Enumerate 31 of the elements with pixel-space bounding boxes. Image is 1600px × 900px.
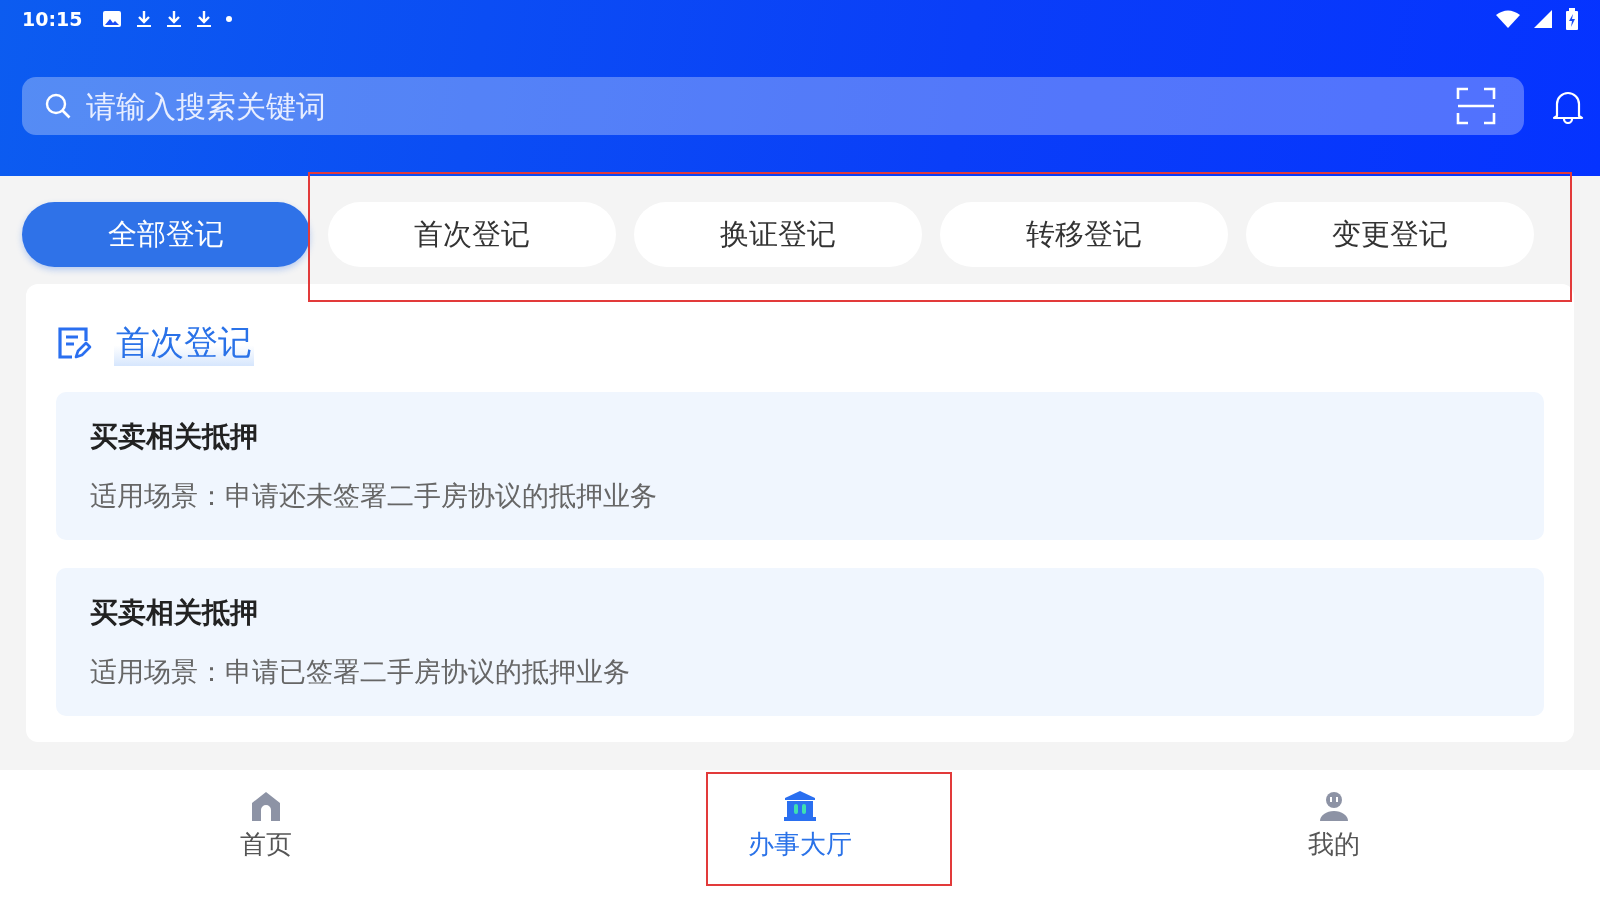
item-description: 适用场景：申请已签署二手房协议的抵押业务 [90, 655, 631, 689]
service-item[interactable]: 买卖相关抵押 适用场景：申请已签署二手房协议的抵押业务 [56, 568, 1544, 716]
scan-icon[interactable] [1456, 87, 1496, 125]
status-time: 10:15 [22, 8, 83, 30]
battery-icon [1566, 8, 1578, 30]
item-title: 买卖相关抵押 [90, 419, 259, 455]
home-icon [250, 790, 282, 821]
nav-item[interactable]: 办事大厅 [735, 770, 865, 900]
download-icon [136, 9, 153, 29]
wifi-icon [1496, 10, 1520, 28]
signal-icon [1534, 10, 1552, 28]
item-title: 买卖相关抵押 [90, 595, 259, 631]
category-tab[interactable]: 变更登记 [1246, 202, 1534, 267]
download-icon [196, 9, 213, 29]
nav-item[interactable]: 首页 [201, 770, 331, 900]
user-icon [1318, 790, 1350, 821]
category-tab[interactable]: 全部登记 [22, 202, 310, 267]
image-icon [102, 9, 123, 29]
download-icon [166, 9, 183, 29]
service-item[interactable]: 买卖相关抵押 适用场景：申请还未签署二手房协议的抵押业务 [56, 392, 1544, 540]
category-tab[interactable]: 换证登记 [634, 202, 922, 267]
edit-document-icon [56, 325, 92, 361]
search-field[interactable]: 请输入搜索关键词 [22, 77, 1524, 135]
nav-item[interactable]: 我的 [1269, 770, 1399, 900]
dot-icon [226, 16, 233, 22]
search-icon [44, 92, 72, 120]
category-tab[interactable]: 转移登记 [940, 202, 1228, 267]
item-description: 适用场景：申请还未签署二手房协议的抵押业务 [90, 479, 658, 513]
search-input[interactable]: 请输入搜索关键词 [84, 87, 1444, 125]
category-tab[interactable]: 首次登记 [328, 202, 616, 267]
government-building-icon [784, 790, 816, 821]
